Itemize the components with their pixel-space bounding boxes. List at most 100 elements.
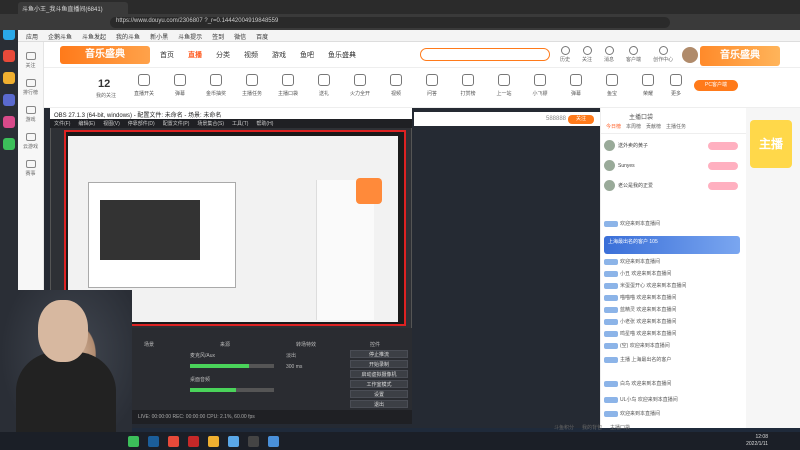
nav-music-festival[interactable]: 鱼乐盛典 — [328, 50, 356, 60]
bookmark[interactable]: 百度 — [256, 32, 268, 41]
obs-taskbar-icon[interactable] — [248, 436, 259, 447]
category-item[interactable]: 鱼宝 — [594, 74, 630, 97]
nav-follow[interactable]: 关注 — [18, 52, 43, 69]
obs-menu-item[interactable]: 文件(F) — [54, 120, 70, 127]
gift-banner[interactable]: 上海最出名的客户 105 — [604, 236, 740, 254]
history-button[interactable]: 历史 — [560, 46, 570, 63]
nav-yuba[interactable]: 鱼吧 — [300, 50, 314, 60]
steam-icon[interactable] — [148, 436, 159, 447]
promo-card[interactable]: 主播 — [750, 120, 792, 168]
app-icon[interactable] — [3, 72, 15, 84]
settings-button[interactable]: 设置 — [350, 390, 408, 398]
tab-week[interactable]: 本周榜 — [626, 123, 641, 130]
app-icon[interactable] — [3, 138, 15, 150]
nav-live[interactable]: 直播 — [188, 50, 202, 60]
gift-icon — [318, 74, 330, 86]
tab-tasks[interactable]: 主播任务 — [666, 123, 686, 130]
app-icon[interactable] — [3, 94, 15, 106]
address-bar[interactable]: https://www.douyu.com/2306807 ?_r=0.1444… — [110, 17, 670, 28]
messages-button[interactable]: 消息 — [604, 46, 614, 63]
pocket-icon — [282, 74, 294, 86]
app-icon[interactable] — [3, 50, 15, 62]
obs-menu-item[interactable]: 帮助(H) — [256, 120, 273, 127]
nav-video[interactable]: 视频 — [244, 50, 258, 60]
category-item[interactable]: 主播任务 — [234, 74, 270, 97]
obs-menu-item[interactable]: 编辑(E) — [78, 120, 95, 127]
taskbar-app-icon[interactable] — [128, 436, 139, 447]
category-item[interactable]: 弹幕 — [162, 74, 198, 97]
nav-games[interactable]: 游戏 — [272, 50, 286, 60]
level-badge — [604, 396, 618, 403]
start-recording-button[interactable]: 开始录制 — [350, 360, 408, 368]
follow-list-button[interactable]: 关注 — [582, 46, 592, 63]
chat-message: UL小鸟 欢迎来到本直播间 — [604, 396, 744, 403]
virtual-camera-button[interactable]: 启动虚拟摄像机 — [350, 370, 408, 378]
category-item[interactable]: 视频 — [378, 74, 414, 97]
promo-banner[interactable]: 音乐盛典 — [700, 46, 780, 66]
category-item[interactable]: 更多 — [658, 74, 694, 97]
bookmark[interactable]: 我的斗鱼 — [116, 32, 140, 41]
taskbar-app-icon[interactable] — [208, 436, 219, 447]
tab-today[interactable]: 今日榜 — [606, 123, 621, 130]
taskbar-app-icon[interactable] — [228, 436, 239, 447]
bookmark[interactable]: 斗鱼发起 — [82, 32, 106, 41]
pc-client-button[interactable]: PC客户端 — [694, 80, 738, 91]
transition-select[interactable]: 淡出 — [286, 352, 296, 359]
creator-icon — [658, 46, 668, 55]
app-icon[interactable] — [3, 116, 15, 128]
category-item[interactable]: 上一站 — [486, 74, 522, 97]
stop-streaming-button[interactable]: 停止推流 — [350, 350, 408, 358]
category-item[interactable]: 火力全开 — [342, 74, 378, 97]
taskbar-app-icon[interactable] — [168, 436, 179, 447]
avatar[interactable] — [682, 47, 698, 63]
exit-button[interactable]: 退出 — [350, 400, 408, 408]
level-badge — [604, 330, 618, 337]
danmu-icon — [174, 74, 186, 86]
category-item[interactable]: 主播口袋 — [270, 74, 306, 97]
creator-center-button[interactable]: 创作中心 — [653, 46, 673, 63]
category-item[interactable]: 金币抽奖 — [198, 74, 234, 97]
category-item[interactable]: 直播开关 — [126, 74, 162, 97]
nav-events[interactable]: 赛事 — [18, 160, 43, 177]
taskbar — [0, 432, 800, 450]
bookmark[interactable]: 应用 — [26, 32, 38, 41]
nav-category[interactable]: 分类 — [216, 50, 230, 60]
transition-duration[interactable]: 300 ms — [286, 364, 302, 370]
rank-row[interactable]: Sunyes — [604, 160, 740, 174]
category-item[interactable]: 打赏榜 — [450, 74, 486, 97]
obs-menu-item[interactable]: 视图(V) — [103, 120, 120, 127]
category-item[interactable]: 小飞镖 — [522, 74, 558, 97]
tab-contribution[interactable]: 贡献榜 — [646, 123, 661, 130]
bookmark[interactable]: 签到 — [212, 32, 224, 41]
bookmark[interactable]: 微信 — [234, 32, 246, 41]
follow-button[interactable]: 关注 — [568, 115, 594, 124]
more-icon — [670, 74, 682, 86]
search-input[interactable] — [420, 48, 550, 61]
category-item[interactable]: 弹幕 — [558, 74, 594, 97]
chat-message: 小丑 欢迎来到本直播间 — [604, 270, 744, 277]
category-item[interactable]: 问答 — [414, 74, 450, 97]
studio-mode-button[interactable]: 工作室模式 — [350, 380, 408, 388]
chrome-icon[interactable] — [268, 436, 279, 447]
bookmark[interactable]: 企鹅斗鱼 — [48, 32, 72, 41]
bookmarks-bar: 应用 企鹅斗鱼 斗鱼发起 我的斗鱼 新小黑 斗鱼提示 签到 微信 百度 — [18, 30, 800, 42]
level-badge — [604, 294, 618, 301]
nav-rank[interactable]: 排行榜 — [18, 79, 43, 96]
nav-cloud-games[interactable]: 云游戏 — [18, 133, 43, 150]
obs-menu-item[interactable]: 工具(T) — [232, 120, 248, 127]
site-logo[interactable]: 音乐盛典 — [60, 46, 150, 64]
nav-games[interactable]: 游戏 — [18, 106, 43, 123]
obs-menu-item[interactable]: 场景集合(S) — [197, 120, 224, 127]
browser-tab[interactable]: 斗鱼小王_我斗鱼直播间(6841) — [18, 2, 128, 14]
chat-message: 主播 上海最出名的客户 — [604, 356, 744, 363]
obs-menu-item[interactable]: 配置文件(P) — [163, 120, 190, 127]
nav-home[interactable]: 首页 — [160, 50, 174, 60]
bookmark[interactable]: 新小黑 — [150, 32, 168, 41]
bookmark[interactable]: 斗鱼提示 — [178, 32, 202, 41]
rank-row[interactable]: 送外卖的黄子 — [604, 140, 740, 154]
client-button[interactable]: 客户端 — [626, 46, 641, 63]
category-item[interactable]: 送礼 — [306, 74, 342, 97]
taskbar-app-icon[interactable] — [188, 436, 199, 447]
rank-row[interactable]: 老公是我的正爱 — [604, 180, 740, 194]
obs-menu-item[interactable]: 停靠部件(D) — [128, 120, 155, 127]
